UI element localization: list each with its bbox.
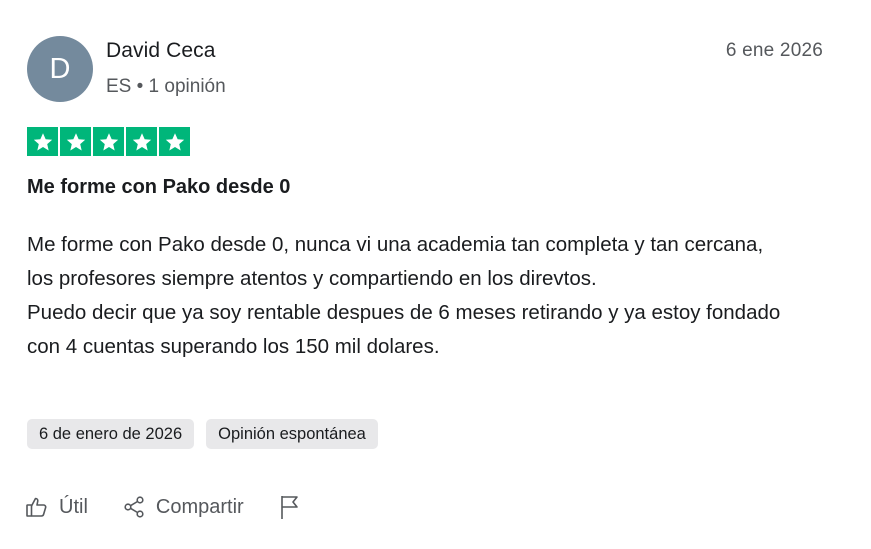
star-rating — [27, 127, 190, 156]
share-icon — [122, 495, 146, 519]
thumbs-up-icon — [25, 495, 49, 519]
review-card: D David Ceca ES • 1 opinión 6 ene 2026 M… — [0, 0, 871, 549]
star-icon — [93, 127, 124, 156]
useful-label: Útil — [59, 495, 88, 518]
review-actions: Útil Compartir — [25, 494, 336, 520]
review-type-tag[interactable]: Opinión espontánea — [206, 419, 378, 449]
review-tags: 6 de enero de 2026 Opinión espontánea — [27, 419, 378, 449]
flag-icon — [278, 494, 302, 520]
review-body: Me forme con Pako desde 0, nunca vi una … — [27, 228, 787, 364]
report-button[interactable] — [278, 494, 302, 520]
review-title[interactable]: Me forme con Pako desde 0 — [27, 176, 290, 199]
review-date: 6 ene 2026 — [725, 40, 823, 61]
share-label: Compartir — [155, 495, 244, 518]
review-body-paragraph: Puedo decir que ya soy rentable despues … — [27, 301, 781, 358]
date-of-experience-tag: 6 de enero de 2026 — [27, 419, 195, 449]
reviewer-name[interactable]: David Ceca — [106, 39, 216, 63]
star-icon — [27, 127, 58, 156]
avatar[interactable]: D — [27, 36, 93, 102]
star-icon — [126, 127, 157, 156]
star-icon — [159, 127, 190, 156]
share-button[interactable]: Compartir — [122, 495, 244, 519]
review-header: D David Ceca ES • 1 opinión 6 ene 2026 — [27, 36, 823, 106]
reviewer-meta: ES • 1 opinión — [106, 76, 226, 97]
review-body-paragraph: Me forme con Pako desde 0, nunca vi una … — [27, 233, 764, 290]
star-icon — [60, 127, 91, 156]
useful-button[interactable]: Útil — [25, 495, 88, 519]
